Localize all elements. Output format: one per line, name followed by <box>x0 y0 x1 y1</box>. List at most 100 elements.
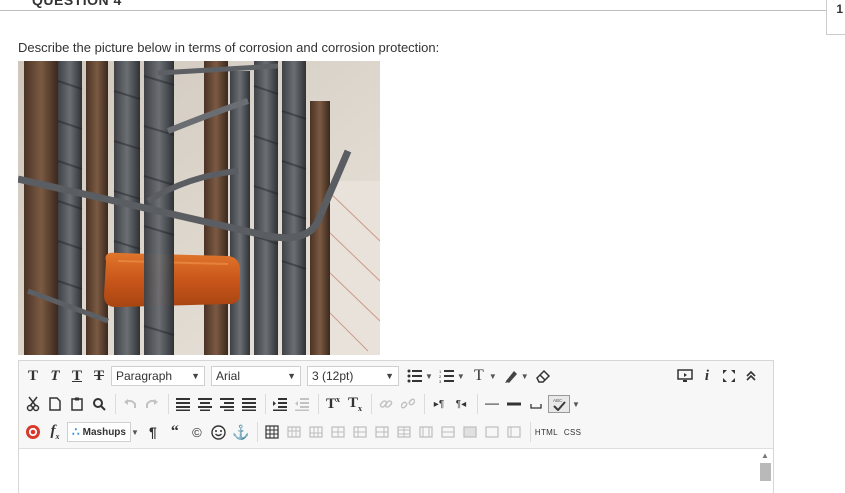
toolbar-divider <box>477 394 478 414</box>
align-justify-icon[interactable] <box>239 394 259 414</box>
font-size-value: 3 (12pt) <box>312 369 354 383</box>
table-merge-icon[interactable] <box>416 422 436 442</box>
toolbar-divider <box>265 394 266 414</box>
nonbreaking-space-icon[interactable] <box>526 394 546 414</box>
table-col-after-icon[interactable] <box>372 422 392 442</box>
mashup-media-icon[interactable] <box>23 422 43 442</box>
undo-icon[interactable] <box>120 394 140 414</box>
html-source-button[interactable]: HTML <box>535 428 558 437</box>
function-fx-icon[interactable]: fx <box>45 422 65 442</box>
insert-table-icon[interactable] <box>262 422 282 442</box>
toolbar-row-3: fx ∴ Mashups ▼ ¶ “ © ⚓ HTML CSS <box>23 418 587 446</box>
paragraph-format-select[interactable]: Paragraph ▼ <box>111 366 205 386</box>
toolbar-divider <box>256 422 258 442</box>
search-icon[interactable] <box>89 394 109 414</box>
toolbar-divider <box>318 394 319 414</box>
align-left-icon[interactable] <box>173 394 193 414</box>
paragraph-format-value: Paragraph <box>116 369 173 383</box>
text-bold-button[interactable]: T <box>23 366 43 386</box>
font-family-select[interactable]: Arial ▼ <box>211 366 301 386</box>
scrollbar[interactable]: ▲ <box>759 451 771 491</box>
toolbar-divider <box>529 422 531 442</box>
preview-monitor-icon[interactable] <box>675 366 695 386</box>
mashups-menu[interactable]: ∴ Mashups <box>67 422 131 442</box>
highlight-pen-icon[interactable] <box>501 366 521 386</box>
numbered-list-icon[interactable]: 123 <box>437 366 457 386</box>
chevron-down-icon: ▼ <box>287 371 296 381</box>
table-col-before-icon[interactable] <box>350 422 370 442</box>
thick-rule-icon[interactable] <box>504 394 524 414</box>
question-title: QUESTION 4 <box>32 0 122 8</box>
scroll-thumb[interactable] <box>759 463 771 481</box>
table-cell-props-icon[interactable] <box>482 422 502 442</box>
svg-text:ABC: ABC <box>553 398 563 403</box>
scroll-up-arrow-icon[interactable]: ▲ <box>759 451 771 461</box>
paste-icon[interactable] <box>67 394 87 414</box>
cut-icon[interactable] <box>23 394 43 414</box>
css-editor-button[interactable]: CSS <box>564 428 581 437</box>
rich-text-editor: T T T T Paragraph ▼ Arial ▼ 3 (12pt) ▼ ▼… <box>18 360 774 493</box>
subscript-icon[interactable]: Tx <box>345 394 365 414</box>
table-row-props-icon[interactable] <box>504 422 524 442</box>
toolbar-row-1-right: i <box>675 362 763 390</box>
align-right-icon[interactable] <box>217 394 237 414</box>
caret-down-icon[interactable]: ▼ <box>489 372 497 381</box>
table-delete-row-icon[interactable] <box>328 422 348 442</box>
question-header: QUESTION 4 <box>0 0 845 11</box>
table-row-before-icon[interactable] <box>284 422 304 442</box>
table-row-after-icon[interactable] <box>306 422 326 442</box>
caret-down-icon[interactable]: ▼ <box>572 400 580 409</box>
text-strikethrough-button[interactable]: T <box>89 366 109 386</box>
indent-icon[interactable] <box>270 394 290 414</box>
link-icon[interactable] <box>376 394 396 414</box>
toolbar-divider <box>168 394 169 414</box>
horizontal-rule-icon[interactable] <box>482 394 502 414</box>
rtl-direction-icon[interactable]: ¶◂ <box>451 394 471 414</box>
table-delete-col-icon[interactable] <box>394 422 414 442</box>
caret-down-icon[interactable]: ▼ <box>425 372 433 381</box>
text-underline-button[interactable]: T <box>67 366 87 386</box>
align-center-icon[interactable] <box>195 394 215 414</box>
bullet-list-icon[interactable] <box>405 366 425 386</box>
info-icon[interactable]: i <box>697 366 717 386</box>
toolbar-row-1: T T T T Paragraph ▼ Arial ▼ 3 (12pt) ▼ ▼… <box>23 362 555 390</box>
chevron-down-icon: ▼ <box>385 371 394 381</box>
ltr-direction-icon[interactable]: ▸¶ <box>429 394 449 414</box>
emoticon-icon[interactable] <box>209 422 229 442</box>
copy-icon[interactable] <box>45 394 65 414</box>
superscript-icon[interactable]: Tx <box>323 394 343 414</box>
caret-down-icon[interactable]: ▼ <box>457 372 465 381</box>
points-box: 1 <box>826 0 845 35</box>
font-size-select[interactable]: 3 (12pt) ▼ <box>307 366 399 386</box>
collapse-toolbar-icon[interactable] <box>741 366 761 386</box>
fullscreen-icon[interactable] <box>719 366 739 386</box>
outdent-icon[interactable] <box>292 394 312 414</box>
toolbar-row-2: Tx Tx ▸¶ ¶◂ ABC ▼ <box>23 390 584 418</box>
table-props-icon[interactable] <box>460 422 480 442</box>
redo-icon[interactable] <box>142 394 162 414</box>
spellcheck-button[interactable]: ABC <box>548 395 570 413</box>
text-style-icon[interactable]: T <box>469 366 489 386</box>
toolbar-divider <box>115 394 116 414</box>
chevron-down-icon: ▼ <box>191 371 200 381</box>
anchor-icon[interactable]: ⚓ <box>231 422 251 442</box>
question-image <box>18 61 380 355</box>
table-split-icon[interactable] <box>438 422 458 442</box>
caret-down-icon[interactable]: ▼ <box>521 372 529 381</box>
blockquote-icon[interactable]: “ <box>165 422 185 442</box>
svg-text:3: 3 <box>439 379 442 383</box>
unlink-icon[interactable] <box>398 394 418 414</box>
text-italic-button[interactable]: T <box>45 366 65 386</box>
mashups-label: Mashups <box>82 426 126 438</box>
question-points: 1 <box>836 2 843 16</box>
pilcrow-icon[interactable]: ¶ <box>143 422 163 442</box>
toolbar-divider <box>424 394 425 414</box>
answer-text-area[interactable]: ▲ <box>19 448 773 493</box>
caret-down-icon[interactable]: ▼ <box>131 428 139 437</box>
eraser-icon[interactable] <box>533 366 553 386</box>
toolbar-divider <box>371 394 372 414</box>
question-prompt: Describe the picture below in terms of c… <box>18 40 440 55</box>
font-family-value: Arial <box>216 369 241 383</box>
mashups-dots-icon: ∴ <box>72 425 80 439</box>
copyright-icon[interactable]: © <box>187 422 207 442</box>
